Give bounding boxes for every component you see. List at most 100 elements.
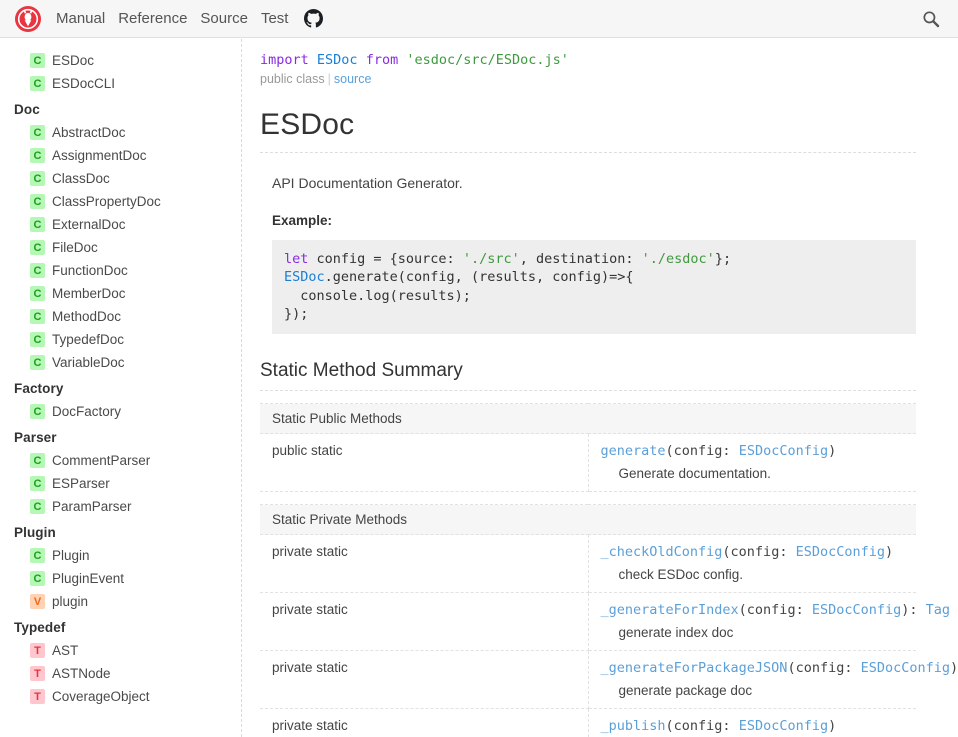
method-access-modifier: private static xyxy=(260,593,588,651)
class-meta: public class|source xyxy=(260,72,916,86)
method-signature: _publish(config: ESDocConfig) xyxy=(601,718,905,734)
sidebar-item-classpropertydoc[interactable]: CClassPropertyDoc xyxy=(0,190,241,213)
method-name-link[interactable]: _generateForPackageJSON xyxy=(601,660,788,676)
page-title: ESDoc xyxy=(260,108,916,153)
nav-item-reference[interactable]: Reference xyxy=(118,11,187,26)
sidebar-group-doc: Doc xyxy=(0,95,241,121)
return-type-link[interactable]: Tag xyxy=(926,602,950,618)
method-access-modifier: private static xyxy=(260,651,588,709)
typedef-badge-icon: T xyxy=(30,689,45,704)
sidebar-item-ast[interactable]: TAST xyxy=(0,639,241,662)
method-signature-cell: _generateForPackageJSON(config: ESDocCon… xyxy=(588,651,916,709)
param-type-link[interactable]: ESDocConfig xyxy=(861,660,950,676)
table-row: private static_generateForIndex(config: … xyxy=(260,593,916,651)
sidebar-item-label: ClassPropertyDoc xyxy=(52,194,161,209)
table-row: public staticgenerate(config: ESDocConfi… xyxy=(260,434,916,492)
sidebar-item-plugin[interactable]: Vplugin xyxy=(0,590,241,613)
return-separator: : xyxy=(909,602,925,618)
method-description: Generate documentation. xyxy=(619,466,905,481)
sidebar-item-abstractdoc[interactable]: CAbstractDoc xyxy=(0,121,241,144)
sidebar-item-functiondoc[interactable]: CFunctionDoc xyxy=(0,259,241,282)
code-token: console.log(results); xyxy=(284,288,471,304)
sidebar-item-label: FileDoc xyxy=(52,240,98,255)
code-token: './esdoc' xyxy=(642,251,715,267)
method-name-link[interactable]: _checkOldConfig xyxy=(601,544,723,560)
param-type-link[interactable]: ESDocConfig xyxy=(812,602,901,618)
sidebar-item-esdoccli[interactable]: CESDocCLI xyxy=(0,72,241,95)
sidebar-item-esparser[interactable]: CESParser xyxy=(0,472,241,495)
typedef-badge-icon: T xyxy=(30,643,45,658)
class-badge-icon: C xyxy=(30,148,45,163)
sidebar-item-assignmentdoc[interactable]: CAssignmentDoc xyxy=(0,144,241,167)
code-token: config = {source: xyxy=(317,251,463,267)
method-params-prefix: (config: xyxy=(739,602,812,618)
sidebar-item-typedefdoc[interactable]: CTypedefDoc xyxy=(0,328,241,351)
sidebar-item-label: ASTNode xyxy=(52,666,111,681)
method-signature-cell: _generateForIndex(config: ESDocConfig): … xyxy=(588,593,916,651)
table-group-header-row: Static Public Methods xyxy=(260,404,916,434)
sidebar-item-commentparser[interactable]: CCommentParser xyxy=(0,449,241,472)
search-icon[interactable] xyxy=(918,6,944,32)
sidebar-group-factory: Factory xyxy=(0,374,241,400)
sidebar-item-memberdoc[interactable]: CMemberDoc xyxy=(0,282,241,305)
from-keyword: from xyxy=(366,52,399,68)
variable-badge-icon: V xyxy=(30,594,45,609)
nav-item-test[interactable]: Test xyxy=(261,11,289,26)
class-badge-icon: C xyxy=(30,217,45,232)
code-token: './src' xyxy=(463,251,520,267)
sidebar-item-plugin[interactable]: CPlugin xyxy=(0,544,241,567)
method-signature-cell: _checkOldConfig(config: ESDocConfig)chec… xyxy=(588,535,916,593)
sidebar-item-label: MemberDoc xyxy=(52,286,126,301)
code-token: let xyxy=(284,251,317,267)
sidebar-item-label: CommentParser xyxy=(52,453,150,468)
sidebar-item-externaldoc[interactable]: CExternalDoc xyxy=(0,213,241,236)
code-token: ESDoc xyxy=(284,269,325,285)
sidebar-group-plugin: Plugin xyxy=(0,518,241,544)
method-params-prefix: (config: xyxy=(787,660,860,676)
sidebar-item-filedoc[interactable]: CFileDoc xyxy=(0,236,241,259)
nav-item-source[interactable]: Source xyxy=(200,11,248,26)
nav-item-manual[interactable]: Manual xyxy=(56,11,105,26)
example-code-block: let config = {source: './src', destinati… xyxy=(272,240,916,335)
sidebar-item-label: ESParser xyxy=(52,476,110,491)
sidebar-item-astnode[interactable]: TASTNode xyxy=(0,662,241,685)
sidebar-item-classdoc[interactable]: CClassDoc xyxy=(0,167,241,190)
method-name-link[interactable]: _generateForIndex xyxy=(601,602,739,618)
sidebar-item-label: Plugin xyxy=(52,548,90,563)
code-token: }); xyxy=(284,306,308,322)
class-badge-icon: C xyxy=(30,499,45,514)
sidebar-item-label: VariableDoc xyxy=(52,355,125,370)
sidebar-item-docfactory[interactable]: CDocFactory xyxy=(0,400,241,423)
method-summary-tables: Static Public Methodspublic static genera… xyxy=(260,403,916,737)
table-row: private static_checkOldConfig(config: ES… xyxy=(260,535,916,593)
method-signature: _checkOldConfig(config: ESDocConfig) xyxy=(601,544,905,560)
class-badge-icon: C xyxy=(30,263,45,278)
sidebar-item-coverageobject[interactable]: TCoverageObject xyxy=(0,685,241,708)
example-label: Example: xyxy=(272,213,916,228)
param-type-link[interactable]: ESDocConfig xyxy=(739,718,828,734)
method-name-link[interactable]: generate xyxy=(601,443,666,459)
method-access-modifier: public static xyxy=(260,434,588,492)
esdoc-logo-icon[interactable] xyxy=(14,5,42,33)
sidebar-item-methoddoc[interactable]: CMethodDoc xyxy=(0,305,241,328)
sidebar-item-label: DocFactory xyxy=(52,404,121,419)
sidebar-item-variabledoc[interactable]: CVariableDoc xyxy=(0,351,241,374)
sidebar-item-label: plugin xyxy=(52,594,88,609)
import-path: 'esdoc/src/ESDoc.js' xyxy=(406,52,569,68)
method-params-suffix: ) xyxy=(828,443,836,459)
class-badge-icon: C xyxy=(30,571,45,586)
sidebar-item-esdoc[interactable]: CESDoc xyxy=(0,49,241,72)
sidebar-item-paramparser[interactable]: CParamParser xyxy=(0,495,241,518)
sidebar-navigation[interactable]: CESDocCESDocCLIDocCAbstractDocCAssignmen… xyxy=(0,39,242,737)
method-description: generate package doc xyxy=(619,683,905,698)
class-badge-icon: C xyxy=(30,309,45,324)
class-badge-icon: C xyxy=(30,76,45,91)
import-identifier: ESDoc xyxy=(317,52,358,68)
github-icon[interactable] xyxy=(304,9,323,28)
sidebar-item-label: TypedefDoc xyxy=(52,332,124,347)
source-link[interactable]: source xyxy=(334,72,372,86)
sidebar-item-pluginevent[interactable]: CPluginEvent xyxy=(0,567,241,590)
param-type-link[interactable]: ESDocConfig xyxy=(796,544,885,560)
method-name-link[interactable]: _publish xyxy=(601,718,666,734)
param-type-link[interactable]: ESDocConfig xyxy=(739,443,828,459)
